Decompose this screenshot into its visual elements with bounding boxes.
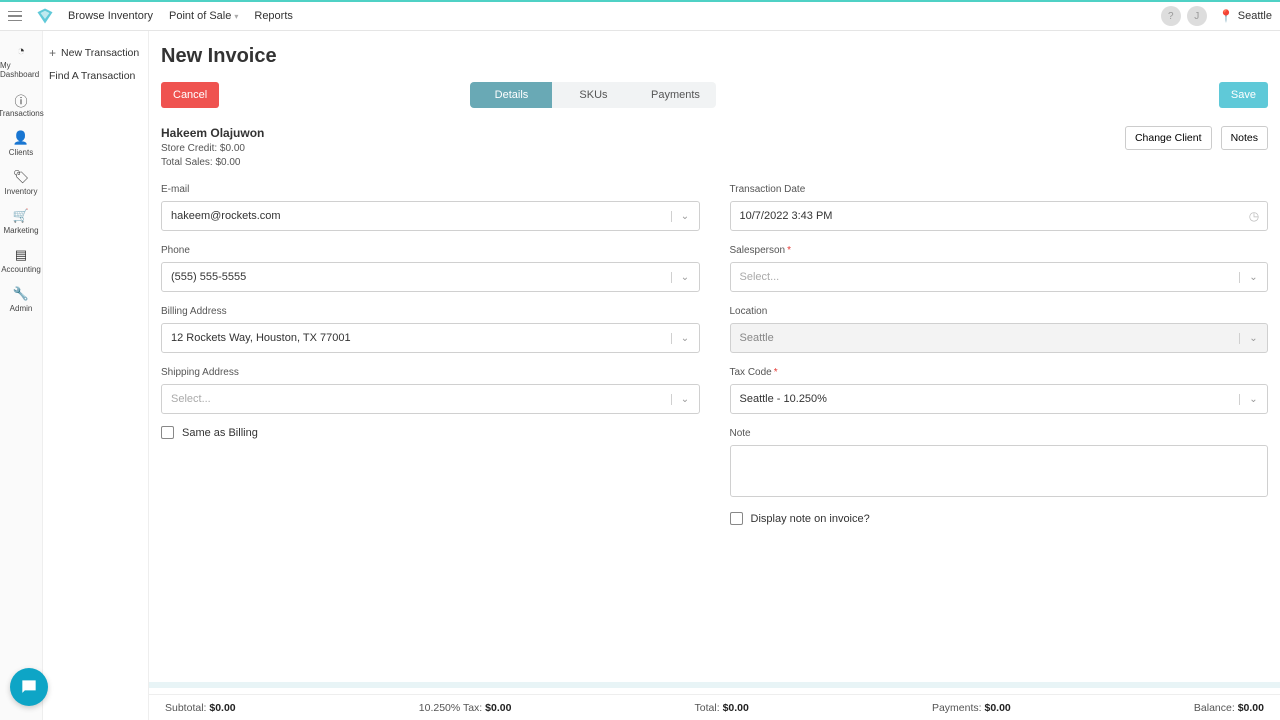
save-button[interactable]: Save [1219, 82, 1268, 108]
clients-icon: 👤 [13, 130, 29, 146]
checkbox-icon[interactable] [161, 426, 174, 439]
footer-tax: 10.250% Tax: $0.00 [419, 702, 512, 714]
email-field[interactable]: hakeem@rockets.com ⌄ [161, 201, 700, 231]
salesperson-label: Salesperson* [730, 245, 1269, 256]
chevron-down-icon[interactable]: ⌄ [671, 333, 699, 344]
admin-icon: 🔧 [13, 286, 29, 302]
chevron-down-icon[interactable]: ⌄ [671, 394, 699, 405]
change-client-button[interactable]: Change Client [1125, 126, 1212, 150]
chevron-down-icon[interactable]: ⌄ [1239, 272, 1267, 283]
dashboard-icon: ◔ [17, 43, 25, 59]
transactions-icon: ⓘ [14, 91, 27, 107]
footer-subtotal: Subtotal: $0.00 [165, 702, 236, 714]
sidebar-item-accounting[interactable]: ▤Accounting [0, 241, 42, 280]
accounting-icon: ▤ [15, 247, 27, 263]
sub-nav: +New Transaction Find A Transaction [43, 31, 149, 720]
sidebar-item-admin[interactable]: 🔧Admin [0, 280, 42, 319]
chevron-down-icon: ▾ [234, 12, 238, 21]
sidebar-item-marketing[interactable]: 🛒Marketing [0, 202, 42, 241]
tab-details[interactable]: Details [470, 82, 552, 108]
nav-pos[interactable]: Point of Sale▾ [169, 10, 238, 22]
tab-group: Details SKUs Payments [470, 82, 716, 108]
cancel-button[interactable]: Cancel [161, 82, 219, 108]
page-title: New Invoice [161, 45, 1268, 68]
salesperson-field[interactable]: Select... ⌄ [730, 262, 1269, 292]
billing-field[interactable]: 12 Rockets Way, Houston, TX 77001 ⌄ [161, 323, 700, 353]
nav-reports[interactable]: Reports [254, 10, 293, 22]
right-column: Transaction Date 10/7/2022 3:43 PM ◷ Sal… [730, 176, 1269, 525]
client-credit: Store Credit: $0.00 [161, 143, 264, 154]
notes-button[interactable]: Notes [1221, 126, 1268, 150]
left-column: E-mail hakeem@rockets.com ⌄ Phone (555) … [161, 176, 700, 525]
location-label: Location [730, 306, 1269, 317]
phone-field[interactable]: (555) 555-5555 ⌄ [161, 262, 700, 292]
app-logo [36, 7, 54, 25]
shipping-field[interactable]: Select... ⌄ [161, 384, 700, 414]
tab-skus[interactable]: SKUs [552, 82, 634, 108]
same-as-billing-check[interactable]: Same as Billing [161, 426, 700, 439]
chevron-down-icon: ⌄ [1239, 333, 1267, 344]
taxcode-field[interactable]: Seattle - 10.250% ⌄ [730, 384, 1269, 414]
footer-payments: Payments: $0.00 [932, 702, 1011, 714]
footer: Subtotal: $0.00 10.250% Tax: $0.00 Total… [149, 694, 1280, 720]
chevron-down-icon[interactable]: ⌄ [671, 211, 699, 222]
chat-icon [19, 677, 39, 697]
sidebar-item-clients[interactable]: 👤Clients [0, 124, 42, 163]
user-avatar[interactable]: J [1187, 6, 1207, 26]
chevron-down-icon[interactable]: ⌄ [1239, 394, 1267, 405]
sidebar-item-transactions[interactable]: ⓘTransactions [0, 85, 42, 124]
tab-payments[interactable]: Payments [634, 82, 716, 108]
phone-label: Phone [161, 245, 700, 256]
footer-total: Total: $0.00 [695, 702, 749, 714]
footer-balance: Balance: $0.00 [1194, 702, 1264, 714]
date-field[interactable]: 10/7/2022 3:43 PM ◷ [730, 201, 1269, 231]
taxcode-label: Tax Code* [730, 367, 1269, 378]
chevron-down-icon[interactable]: ⌄ [671, 272, 699, 283]
plus-icon: + [49, 46, 56, 60]
sidebar-item-inventory[interactable]: 🏷Inventory [0, 163, 42, 202]
find-transaction-link[interactable]: Find A Transaction [49, 65, 142, 87]
top-nav: Browse Inventory Point of Sale▾ Reports [68, 10, 293, 22]
help-button[interactable]: ? [1161, 6, 1181, 26]
clock-icon: ◷ [1241, 209, 1267, 223]
sidebar-item-dashboard[interactable]: ◔My Dashboard [0, 37, 42, 85]
new-transaction-link[interactable]: +New Transaction [49, 41, 142, 65]
billing-label: Billing Address [161, 306, 700, 317]
shipping-label: Shipping Address [161, 367, 700, 378]
footer-divider [149, 682, 1280, 688]
client-name: Hakeem Olajuwon [161, 126, 264, 140]
display-note-check[interactable]: Display note on invoice? [730, 512, 1269, 525]
email-label: E-mail [161, 184, 700, 195]
note-textarea[interactable] [730, 445, 1269, 497]
topbar: Browse Inventory Point of Sale▾ Reports … [0, 0, 1280, 31]
location-selector[interactable]: 📍 Seattle [1219, 9, 1272, 23]
hamburger-icon[interactable] [8, 7, 26, 25]
chat-widget[interactable] [10, 668, 48, 706]
main-content: New Invoice Cancel Details SKUs Payments… [149, 31, 1280, 688]
client-sales: Total Sales: $0.00 [161, 157, 264, 168]
pin-icon: 📍 [1219, 9, 1234, 23]
checkbox-icon[interactable] [730, 512, 743, 525]
date-label: Transaction Date [730, 184, 1269, 195]
note-label: Note [730, 428, 1269, 439]
nav-browse[interactable]: Browse Inventory [68, 10, 153, 22]
location-field: Seattle ⌄ [730, 323, 1269, 353]
marketing-icon: 🛒 [13, 208, 29, 224]
sidebar: ◔My Dashboard ⓘTransactions 👤Clients 🏷In… [0, 31, 43, 720]
inventory-icon: 🏷 [13, 169, 30, 185]
